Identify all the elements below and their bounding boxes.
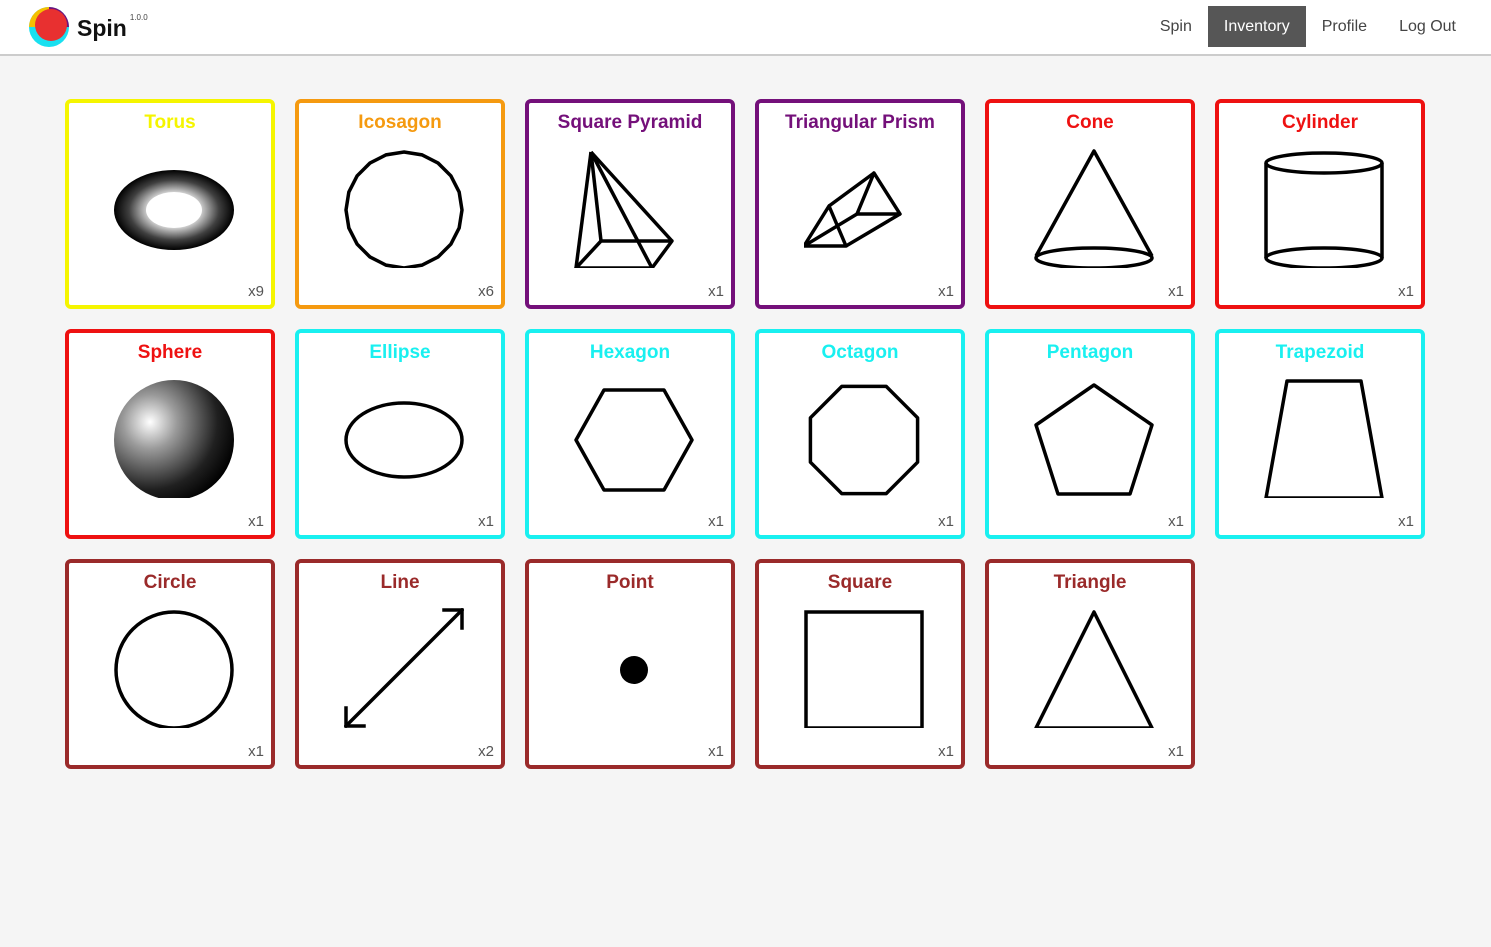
card-title: Line	[380, 572, 420, 593]
inventory-card-hexagon[interactable]: Hexagon x1	[525, 329, 735, 539]
square-pyramid-icon	[574, 150, 674, 268]
item-count: x1	[708, 283, 724, 300]
item-count: x2	[478, 743, 494, 760]
item-count: x1	[708, 513, 724, 530]
nav-profile[interactable]: Profile	[1306, 6, 1383, 47]
app-version: 1.0.0	[129, 12, 148, 22]
item-count: x1	[708, 743, 724, 760]
item-count: x1	[938, 513, 954, 530]
card-title: Cone	[1066, 112, 1114, 133]
torus-icon	[114, 170, 234, 250]
inventory-card-cylinder[interactable]: Cylinder x1	[1215, 99, 1425, 309]
inventory-card-circle[interactable]: Circle x1	[65, 559, 275, 769]
line-icon	[344, 608, 464, 728]
item-count: x9	[248, 283, 264, 300]
item-count: x1	[1168, 513, 1184, 530]
point-icon	[620, 656, 648, 684]
app-name: Spin	[77, 14, 127, 41]
card-title: Octagon	[821, 342, 899, 363]
icosagon-icon	[344, 150, 464, 268]
inventory-card-pentagon[interactable]: Pentagon x1	[985, 329, 1195, 539]
inventory-card-trapezoid[interactable]: Trapezoid x1	[1215, 329, 1425, 539]
brand[interactable]: Spin 1.0.0	[27, 5, 148, 49]
hexagon-icon	[574, 388, 694, 492]
inventory-card-icosagon[interactable]: Icosagon x6	[295, 99, 505, 309]
square-icon	[804, 610, 924, 728]
pentagon-icon	[1034, 383, 1154, 496]
inventory-card-triangle[interactable]: Triangle x1	[985, 559, 1195, 769]
card-title: Sphere	[137, 342, 203, 363]
card-title: Square Pyramid	[557, 112, 703, 133]
item-count: x6	[478, 283, 494, 300]
inventory-card-point[interactable]: Point x1	[525, 559, 735, 769]
item-count: x1	[938, 283, 954, 300]
sphere-icon	[114, 380, 234, 498]
inventory-card-ellipse[interactable]: Ellipse x1	[295, 329, 505, 539]
card-title: Trapezoid	[1275, 342, 1365, 363]
card-title: Triangular Prism	[785, 112, 935, 133]
card-title: Icosagon	[358, 112, 442, 133]
spin-logo-icon	[29, 7, 69, 47]
item-count: x1	[478, 513, 494, 530]
inventory-grid: Torus x9 Icosagon x6 Square Pyramid x1 T…	[65, 99, 1425, 769]
card-title: Square	[827, 572, 893, 593]
inventory-card-sphere[interactable]: Sphere x1	[65, 329, 275, 539]
cylinder-icon	[1264, 151, 1384, 268]
inventory-card-line[interactable]: Line x2	[295, 559, 505, 769]
octagon-icon	[808, 384, 920, 496]
item-count: x1	[938, 743, 954, 760]
card-title: Point	[606, 572, 654, 593]
navbar: Spin 1.0.0 Spin Inventory Profile Log Ou…	[0, 0, 1491, 56]
card-title: Circle	[143, 572, 197, 593]
inventory-card-octagon[interactable]: Octagon x1	[755, 329, 965, 539]
nav-spin[interactable]: Spin	[1144, 6, 1208, 47]
item-count: x1	[1398, 283, 1414, 300]
card-title: Torus	[144, 112, 196, 133]
triangle-icon	[1034, 610, 1154, 728]
item-count: x1	[248, 743, 264, 760]
inventory-card-square[interactable]: Square x1	[755, 559, 965, 769]
nav-inventory[interactable]: Inventory	[1207, 6, 1306, 47]
trapezoid-icon	[1264, 379, 1384, 498]
card-title: Ellipse	[369, 342, 431, 363]
inventory-card-square-pyramid[interactable]: Square Pyramid x1	[525, 99, 735, 309]
nav-links: Spin Inventory Profile Log Out	[1144, 6, 1472, 47]
item-count: x1	[1168, 743, 1184, 760]
item-count: x1	[1398, 513, 1414, 530]
card-title: Pentagon	[1046, 342, 1134, 363]
cone-icon	[1034, 149, 1154, 268]
triangular-prism-icon	[804, 171, 902, 248]
inventory-card-cone[interactable]: Cone x1	[985, 99, 1195, 309]
item-count: x1	[1168, 283, 1184, 300]
circle-icon	[114, 610, 234, 728]
ellipse-icon	[344, 401, 464, 479]
nav-log-out[interactable]: Log Out	[1383, 6, 1472, 47]
inventory-card-triangular-prism[interactable]: Triangular Prism x1	[755, 99, 965, 309]
card-title: Triangle	[1053, 572, 1127, 593]
item-count: x1	[248, 513, 264, 530]
inventory-card-torus[interactable]: Torus x9	[65, 99, 275, 309]
card-title: Cylinder	[1281, 112, 1359, 133]
card-title: Hexagon	[589, 342, 671, 363]
